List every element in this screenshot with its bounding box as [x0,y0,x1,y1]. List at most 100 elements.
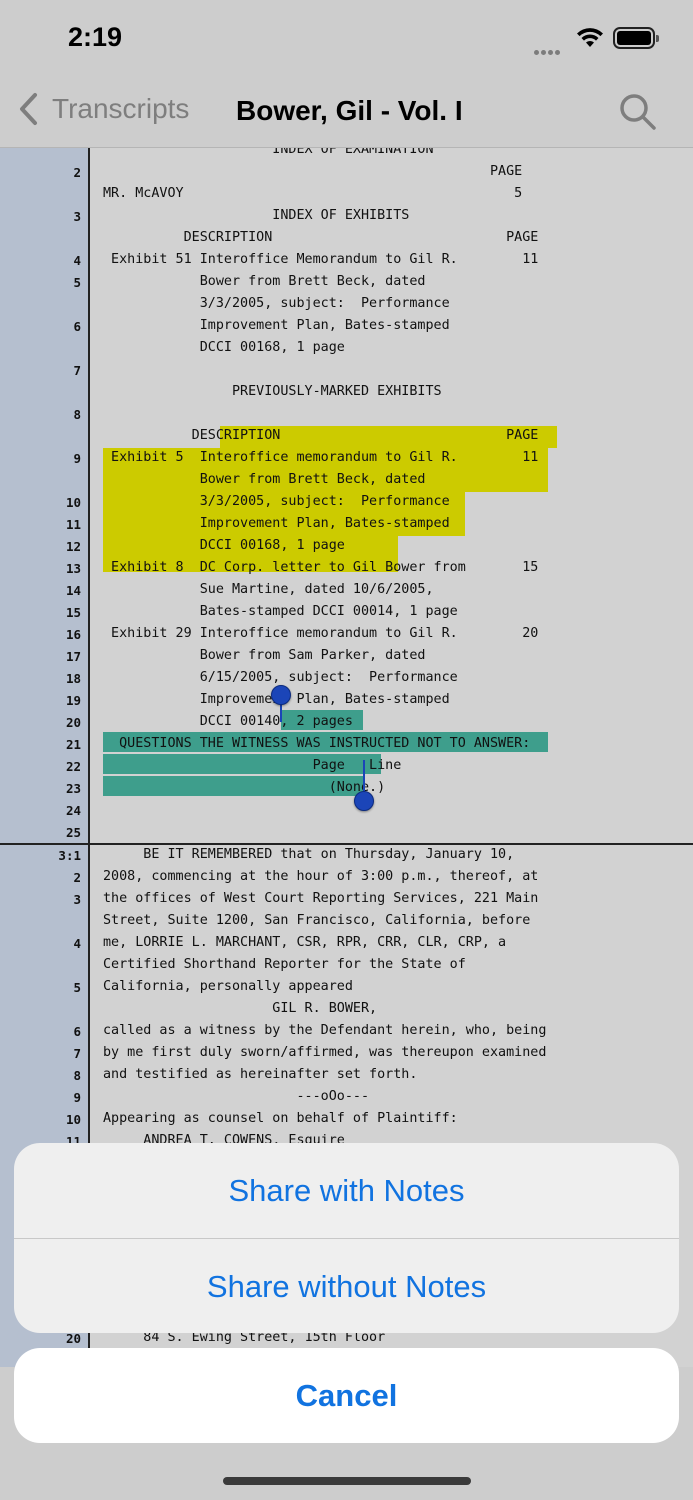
chevron-left-icon [20,93,37,125]
back-button[interactable]: Transcripts [18,92,189,126]
line-number: 5 [73,275,81,290]
line-text: PAGE [103,164,523,179]
line-number: 9 [73,1090,81,1105]
transcript-line: 16 Exhibit 29 Interoffice memorandum to … [0,624,693,646]
line-text: DCCI 00140, 2 pages [103,714,353,729]
line-text: Bates-stamped DCCI 00014, 1 page [103,604,458,619]
search-button[interactable] [618,92,658,136]
line-number: 15 [65,605,81,620]
line-text: QUESTIONS THE WITNESS WAS INSTRUCTED NOT… [103,736,531,751]
selection-end-handle[interactable] [354,791,374,811]
transcript-line: 4 me, LORRIE L. MARCHANT, CSR, RPR, CRR, … [0,933,693,955]
line-number: 2 [73,165,81,180]
share-with-notes-button[interactable]: Share with Notes [14,1143,679,1238]
share-without-notes-button[interactable]: Share without Notes [14,1239,679,1333]
status-bar: 2:19 [0,0,693,80]
line-number: 22 [65,759,81,774]
line-text: DESCRIPTION PAGE [103,230,539,245]
transcript-line: 7 by me first duly sworn/affirmed, was th… [0,1043,693,1065]
line-text: ---oOo--- [103,1089,370,1104]
line-text: Improvement Plan, Bates-stamped [103,516,450,531]
transcript-line: 3:1 BE IT REMEMBERED that on Thursday, J… [0,845,693,867]
line-number: 6 [73,1024,81,1039]
transcript-line: 6 Improvement Plan, Bates-stamped [0,316,693,338]
line-text: and testified as hereinafter set forth. [103,1067,418,1082]
transcript-line: Bower from Brett Beck, dated [0,470,693,492]
line-text: DESCRIPTION PAGE [103,428,539,443]
transcript-line: 10 3/3/2005, subject: Performance [0,492,693,514]
line-number: 24 [65,803,81,818]
line-text: Bower from Brett Beck, dated [103,472,426,487]
line-number: 25 [65,825,81,840]
line-text: 3/3/2005, subject: Performance [103,296,450,311]
transcript-line: 3 INDEX OF EXHIBITS [0,206,693,228]
transcript-line: 12 DCCI 00168, 1 page [0,536,693,558]
transcript-line: 14 Sue Martine, dated 10/6/2005, [0,580,693,602]
transcript-line: DESCRIPTION PAGE [0,426,693,448]
line-number: 4 [73,936,81,951]
line-number: 12 [65,539,81,554]
transcript-line: MR. McAVOY 5 [0,184,693,206]
transcript-line: 23 (None.) [0,778,693,800]
transcript-line: 9 Exhibit 5 Interoffice memorandum to Gi… [0,448,693,470]
line-number: 11 [65,517,81,532]
selection-start-handle[interactable] [271,685,291,705]
line-text: BE IT REMEMBERED that on Thursday, Janua… [103,847,515,862]
line-text: Appearing as counsel on behalf of Plaint… [103,1111,458,1126]
line-text: MR. McAVOY 5 [103,186,523,201]
transcript-line: 25 [0,822,693,844]
transcript-line: 24 [0,800,693,822]
transcript-line: Certified Shorthand Reporter for the Sta… [0,955,693,977]
transcript-line: 10 Appearing as counsel on behalf of Plai… [0,1109,693,1131]
line-text: by me first duly sworn/affirmed, was the… [103,1045,547,1060]
transcript-line: 13 Exhibit 8 DC Corp. letter to Gil Bowe… [0,558,693,580]
transcript-line: DCCI 00168, 1 page [0,338,693,360]
line-number: 3:1 [58,848,81,863]
line-text: Exhibit 5 Interoffice memorandum to Gil … [103,450,539,465]
line-number: 5 [73,980,81,995]
home-indicator [223,1477,471,1485]
navigation-bar: Transcripts Bower, Gil - Vol. I [0,80,693,148]
line-text: Page Line [103,758,402,773]
line-text: Improvement Plan, Bates-stamped [103,318,450,333]
back-label: Transcripts [52,93,190,124]
line-text: DCCI 00168, 1 page [103,340,345,355]
search-icon [620,94,656,130]
line-number: 2 [73,870,81,885]
line-number: 10 [65,1112,81,1127]
transcript-line: 5 California, personally appeared [0,977,693,999]
transcript-line: 8 and testified as hereinafter set forth. [0,1065,693,1087]
transcript-line: 21 QUESTIONS THE WITNESS WAS INSTRUCTED … [0,734,693,756]
transcript-line: 20 DCCI 00140, 2 pages [0,712,693,734]
line-text: Exhibit 8 DC Corp. letter to Gil Bower f… [103,560,539,575]
line-text: 3/3/2005, subject: Performance [103,494,450,509]
line-number: 13 [65,561,81,576]
line-number: 8 [73,1068,81,1083]
cancel-button[interactable]: Cancel [14,1348,679,1443]
line-number: 18 [65,671,81,686]
line-text: Bower from Sam Parker, dated [103,648,426,663]
transcript-line: 2 PAGE [0,162,693,184]
line-number: 7 [73,1046,81,1061]
transcript-line: Street, Suite 1200, San Francisco, Calif… [0,911,693,933]
share-action-sheet: Share with Notes Share without Notes [14,1143,679,1333]
line-text: Bower from Brett Beck, dated [103,274,426,289]
transcript-line: PREVIOUSLY-MARKED EXHIBITS [0,382,693,404]
line-number: 23 [65,781,81,796]
line-number: 10 [65,495,81,510]
line-text: Street, Suite 1200, San Francisco, Calif… [103,913,531,928]
transcript-line: 7 [0,360,693,382]
transcript-line: 15 Bates-stamped DCCI 00014, 1 page [0,602,693,624]
line-number: 9 [73,451,81,466]
transcript-line: 11 Improvement Plan, Bates-stamped [0,514,693,536]
line-text: GIL R. BOWER, [103,1001,378,1016]
line-number: 14 [65,583,81,598]
line-text: 6/15/2005, subject: Performance [103,670,458,685]
transcript-line: 4 Exhibit 51 Interoffice Memorandum to G… [0,250,693,272]
transcript-line: GIL R. BOWER, [0,999,693,1021]
line-text: PREVIOUSLY-MARKED EXHIBITS [103,384,442,399]
line-number: 20 [65,715,81,730]
line-text: 2008, commencing at the hour of 3:00 p.m… [103,869,539,884]
line-text: me, LORRIE L. MARCHANT, CSR, RPR, CRR, C… [103,935,507,950]
transcript-line: 8 [0,404,693,426]
